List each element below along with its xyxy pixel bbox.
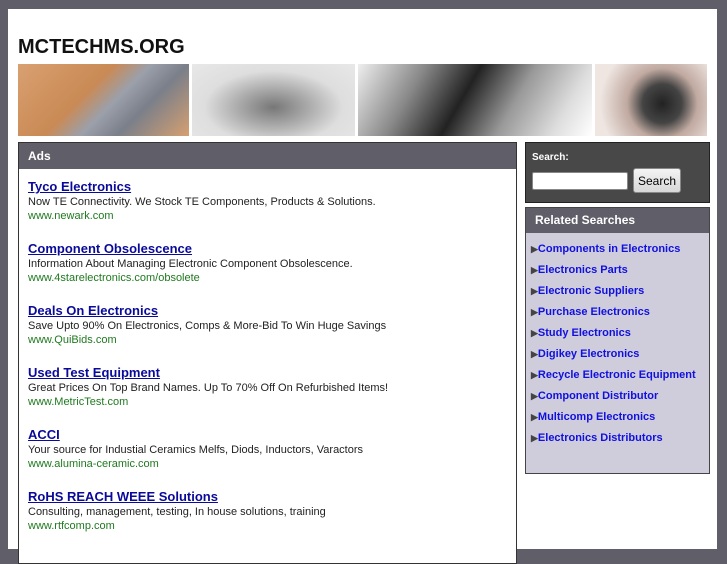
page-container: MCTECHMS.ORG Ads Tyco Electronics Now TE…	[8, 9, 717, 564]
triangle-right-icon: ▶	[531, 391, 538, 401]
related-search-item[interactable]: ▶Purchase Electronics	[531, 302, 709, 323]
ad-title-link[interactable]: ACCI	[28, 427, 516, 442]
related-search-link[interactable]: Recycle Electronic Equipment	[538, 369, 696, 381]
ad-url[interactable]: www.MetricTest.com	[28, 396, 516, 408]
ad-item: ACCI Your source for Industial Ceramics …	[28, 417, 516, 479]
ad-description: Your source for Industial Ceramics Melfs…	[28, 444, 364, 456]
related-search-item[interactable]: ▶Electronics Parts	[531, 260, 709, 281]
search-button[interactable]: Search	[633, 168, 681, 193]
triangle-right-icon: ▶	[531, 328, 538, 338]
triangle-right-icon: ▶	[531, 265, 538, 275]
ad-url[interactable]: www.QuiBids.com	[28, 334, 516, 346]
triangle-right-icon: ▶	[531, 286, 538, 296]
related-search-link[interactable]: Purchase Electronics	[538, 306, 650, 318]
ad-url[interactable]: www.rtfcomp.com	[28, 520, 516, 532]
ad-item: Tyco Electronics Now TE Connectivity. We…	[28, 169, 516, 231]
ad-url[interactable]: www.alumina-ceramic.com	[28, 458, 516, 470]
search-label: Search:	[532, 152, 569, 163]
related-search-link[interactable]: Component Distributor	[538, 390, 658, 402]
ads-panel: Ads Tyco Electronics Now TE Connectivity…	[18, 142, 517, 564]
related-search-item[interactable]: ▶Component Distributor	[531, 386, 709, 407]
triangle-right-icon: ▶	[531, 370, 538, 380]
related-search-link[interactable]: Multicomp Electronics	[538, 411, 655, 423]
ad-description: Now TE Connectivity. We Stock TE Compone…	[28, 196, 376, 208]
banner-camera-image	[595, 64, 707, 136]
ad-description: Consulting, management, testing, In hous…	[28, 506, 326, 518]
related-search-item[interactable]: ▶Digikey Electronics	[531, 344, 709, 365]
triangle-right-icon: ▶	[531, 433, 538, 443]
ad-title-link[interactable]: Deals On Electronics	[28, 303, 516, 318]
ad-title-link[interactable]: Used Test Equipment	[28, 365, 516, 380]
ad-description: Great Prices On Top Brand Names. Up To 7…	[28, 382, 389, 394]
related-search-link[interactable]: Electronics Distributors	[538, 432, 663, 444]
ad-description: Save Upto 90% On Electronics, Comps & Mo…	[28, 320, 387, 332]
related-searches-heading: Related Searches	[526, 208, 709, 233]
related-search-item[interactable]: ▶Electronic Suppliers	[531, 281, 709, 302]
banner-phone-image	[18, 64, 189, 136]
site-title: MCTECHMS.ORG	[18, 36, 185, 58]
banner-desk-image	[357, 64, 593, 136]
ad-title-link[interactable]: Component Obsolescence	[28, 241, 516, 256]
related-search-item[interactable]: ▶Multicomp Electronics	[531, 407, 709, 428]
ad-item: Used Test Equipment Great Prices On Top …	[28, 355, 516, 417]
ads-heading: Ads	[19, 143, 516, 169]
banner-images	[18, 64, 707, 136]
triangle-right-icon: ▶	[531, 307, 538, 317]
ad-url[interactable]: www.newark.com	[28, 210, 516, 222]
related-search-link[interactable]: Components in Electronics	[538, 243, 680, 255]
ad-title-link[interactable]: RoHS REACH WEEE Solutions	[28, 489, 516, 504]
ad-item: Deals On Electronics Save Upto 90% On El…	[28, 293, 516, 355]
ad-item: RoHS REACH WEEE Solutions Consulting, ma…	[28, 479, 516, 541]
related-search-item[interactable]: ▶Components in Electronics	[531, 239, 709, 260]
related-search-link[interactable]: Digikey Electronics	[538, 348, 640, 360]
related-searches-panel: Related Searches ▶Components in Electron…	[525, 207, 710, 474]
ad-url[interactable]: www.4starelectronics.com/obsolete	[28, 272, 516, 284]
banner-pda-image	[191, 64, 355, 136]
related-search-item[interactable]: ▶Electronics Distributors	[531, 428, 709, 449]
related-search-item[interactable]: ▶Recycle Electronic Equipment	[531, 365, 709, 386]
search-panel: Search: Search	[525, 142, 710, 203]
triangle-right-icon: ▶	[531, 412, 538, 422]
triangle-right-icon: ▶	[531, 244, 538, 254]
ad-title-link[interactable]: Tyco Electronics	[28, 179, 516, 194]
search-input[interactable]	[532, 172, 628, 190]
related-search-link[interactable]: Study Electronics	[538, 327, 631, 339]
related-search-link[interactable]: Electronics Parts	[538, 264, 628, 276]
ad-description: Information About Managing Electronic Co…	[28, 258, 353, 270]
ad-item: Component Obsolescence Information About…	[28, 231, 516, 293]
triangle-right-icon: ▶	[531, 349, 538, 359]
related-search-item[interactable]: ▶Study Electronics	[531, 323, 709, 344]
related-search-link[interactable]: Electronic Suppliers	[538, 285, 644, 297]
